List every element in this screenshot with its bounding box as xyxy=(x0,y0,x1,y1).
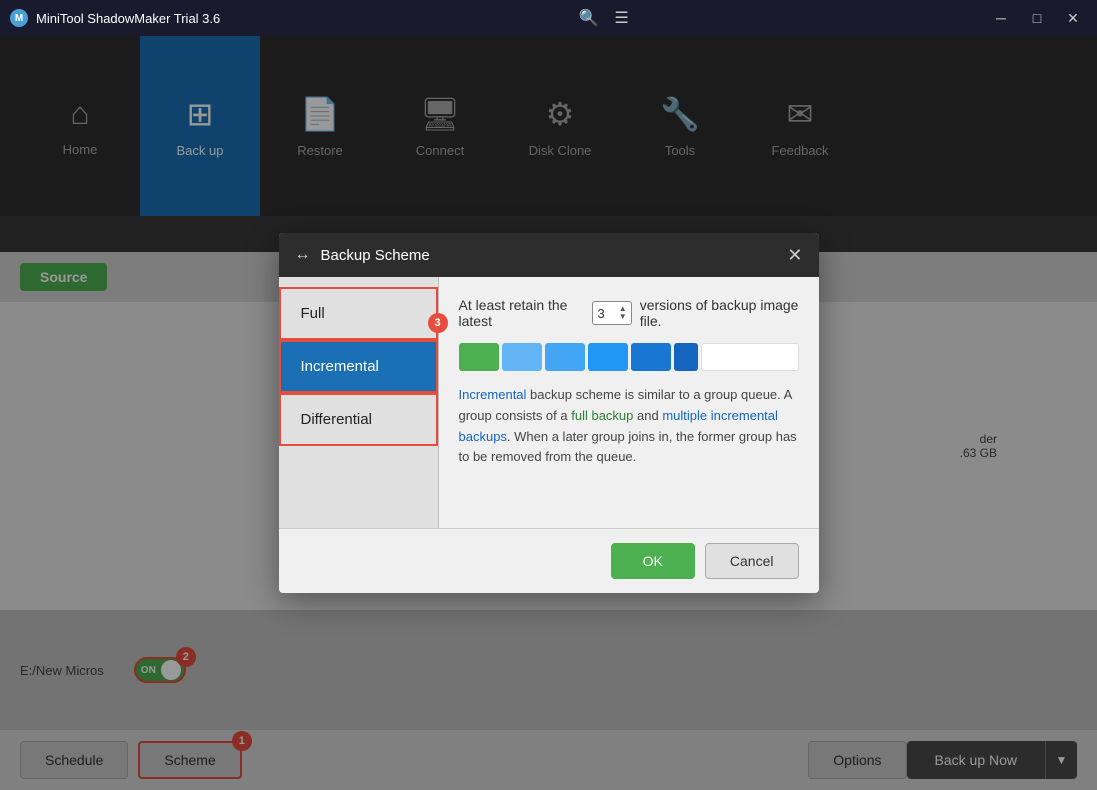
app-logo: M xyxy=(10,9,28,27)
dialog-title: Backup Scheme xyxy=(321,247,778,264)
main-area: ⌂ Home ⊞ Back up 📄 Restore 🖥 Connect ⚙ D… xyxy=(0,36,1097,790)
scheme-full[interactable]: Full xyxy=(279,287,438,340)
block-inc2 xyxy=(545,343,585,371)
retain-text-before: At least retain the latest xyxy=(459,297,585,329)
block-empty xyxy=(701,343,799,371)
search-icon[interactable]: 🔍 xyxy=(578,8,598,28)
ok-button[interactable]: OK xyxy=(611,543,695,579)
desc-text: Incremental backup scheme is similar to … xyxy=(459,387,797,464)
dialog-scheme-list: Full Incremental Differential 3 xyxy=(279,277,439,528)
app-title: MiniTool ShadowMaker Trial 3.6 xyxy=(36,11,220,26)
window-controls: ─ □ ✕ xyxy=(987,6,1087,30)
dialog-body: Full Incremental Differential 3 At least… xyxy=(279,277,819,528)
dialog-right-panel: At least retain the latest 3 ▲ ▼ version… xyxy=(439,277,819,528)
menu-icon[interactable]: ☰ xyxy=(614,8,628,28)
block-inc3 xyxy=(588,343,628,371)
maximize-button[interactable]: □ xyxy=(1023,6,1051,30)
scheme-differential[interactable]: Differential xyxy=(279,393,438,446)
titlebar-left: M MiniTool ShadowMaker Trial 3.6 xyxy=(10,9,220,27)
dialog-footer: OK Cancel xyxy=(279,528,819,593)
block-inc1 xyxy=(502,343,542,371)
backup-scheme-dialog: ↔ Backup Scheme ✕ Full Incremental Diffe… xyxy=(279,233,819,593)
dialog-titlebar: ↔ Backup Scheme ✕ xyxy=(279,233,819,277)
scheme-description: Incremental backup scheme is similar to … xyxy=(459,385,799,468)
block-full xyxy=(459,343,499,371)
spinner-arrows: ▲ ▼ xyxy=(619,305,627,321)
minimize-button[interactable]: ─ xyxy=(987,6,1015,30)
dialog-close-button[interactable]: ✕ xyxy=(787,245,802,266)
retain-spinner[interactable]: 3 ▲ ▼ xyxy=(592,301,631,325)
titlebar: M MiniTool ShadowMaker Trial 3.6 🔍 ☰ ─ □… xyxy=(0,0,1097,36)
block-inc5 xyxy=(674,343,698,371)
retain-text-after: versions of backup image file. xyxy=(640,297,799,329)
scheme-incremental[interactable]: Incremental xyxy=(279,340,438,393)
titlebar-icons: 🔍 ☰ xyxy=(578,8,628,28)
close-button[interactable]: ✕ xyxy=(1059,6,1087,30)
dialog-overlay: ↔ Backup Scheme ✕ Full Incremental Diffe… xyxy=(0,36,1097,790)
scheme-visual xyxy=(459,343,799,371)
spinner-value: 3 xyxy=(597,306,604,321)
retain-row: At least retain the latest 3 ▲ ▼ version… xyxy=(459,297,799,329)
badge-3: 3 xyxy=(428,313,448,333)
block-inc4 xyxy=(631,343,671,371)
badge-3-wrapper: 3 xyxy=(428,313,448,333)
dialog-scheme-icon: ↔ xyxy=(295,246,311,264)
cancel-button[interactable]: Cancel xyxy=(705,543,799,579)
